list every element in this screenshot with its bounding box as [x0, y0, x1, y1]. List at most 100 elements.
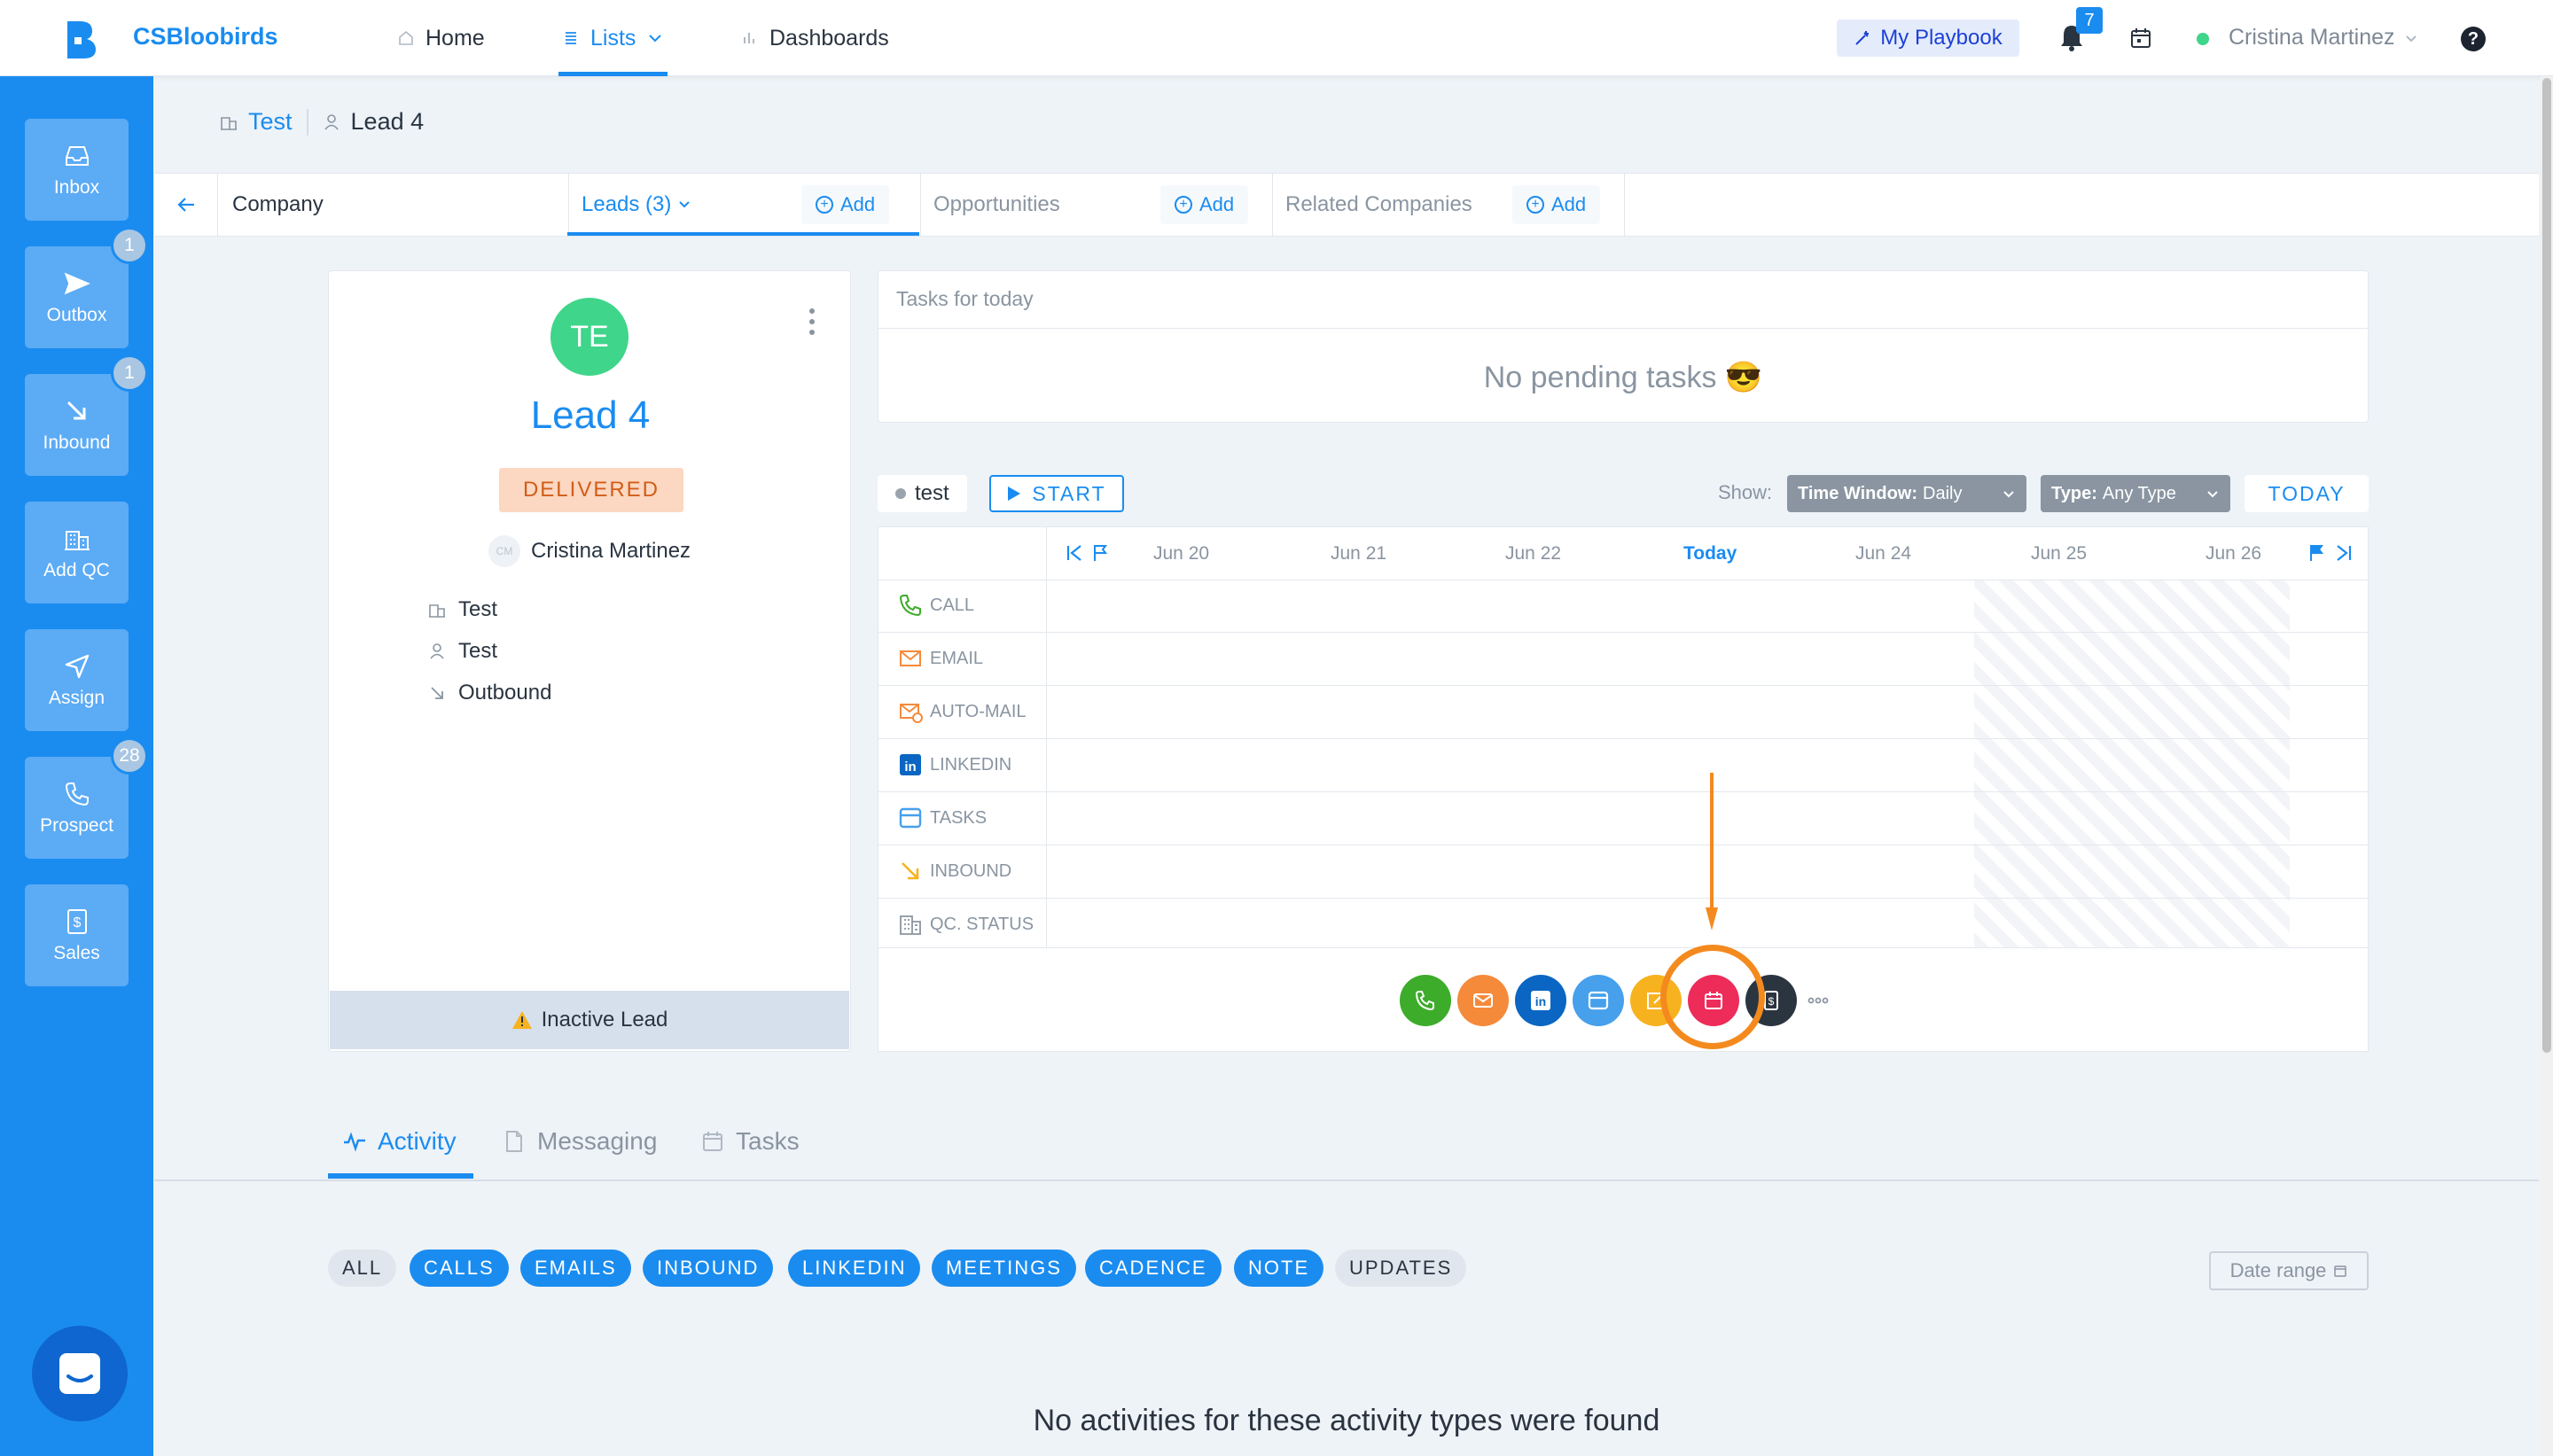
- tab-opportunities[interactable]: Opportunities + Add: [921, 174, 1273, 236]
- filter-linkedin[interactable]: LINKEDIN: [788, 1250, 921, 1287]
- tab-activity[interactable]: Activity: [342, 1127, 457, 1156]
- type-select[interactable]: Type: Any Type: [2041, 475, 2230, 512]
- nav-dashboards-label: Dashboards: [769, 25, 889, 51]
- tab-related-companies[interactable]: Related Companies + Add: [1273, 174, 1625, 236]
- inactive-lead-banner: Inactive Lead: [330, 991, 849, 1049]
- filter-all[interactable]: ALL: [328, 1250, 397, 1287]
- today-button[interactable]: TODAY: [2245, 475, 2369, 512]
- qc-status-row-label: QC. STATUS: [930, 914, 1034, 934]
- cadence-name[interactable]: test: [878, 475, 967, 512]
- grid-row-label: QC. STATUS: [898, 912, 1034, 937]
- call-action-button[interactable]: [1400, 975, 1451, 1026]
- bar-chart-icon: [744, 33, 754, 43]
- calendar-icon[interactable]: [2129, 27, 2152, 50]
- add-related-company-button[interactable]: + Add: [1512, 185, 1601, 224]
- date-range-picker[interactable]: Date range: [2209, 1251, 2369, 1290]
- filter-calls[interactable]: CALLS: [410, 1250, 509, 1287]
- flag-filled-icon: [2310, 545, 2323, 561]
- file-icon: [506, 1131, 522, 1152]
- grid-nav-end[interactable]: [2307, 543, 2354, 563]
- user-menu[interactable]: Cristina Martinez: [2229, 25, 2418, 51]
- inbound-row-label: INBOUND: [930, 860, 1012, 881]
- tab-leads[interactable]: Leads (3) + Add: [569, 174, 921, 236]
- tasks-title: Tasks for today: [896, 287, 1034, 310]
- help-icon[interactable]: ?: [2461, 27, 2486, 51]
- plus-circle-icon: +: [1175, 196, 1192, 214]
- arrow-left-icon: [176, 198, 194, 212]
- filter-note[interactable]: NOTE: [1234, 1250, 1324, 1287]
- grid-row-qc-status: QC. STATUS: [878, 899, 2368, 952]
- my-playbook-button[interactable]: My Playbook: [1837, 19, 2019, 57]
- lead-card: TE Lead 4 DELIVERED CM Cristina Martinez…: [328, 270, 851, 1052]
- lead-name[interactable]: Lead 4: [329, 393, 852, 438]
- breadcrumb-lead-label: Lead 4: [350, 108, 425, 135]
- arrow-down-right-icon: [66, 401, 85, 419]
- sidebar-item-assign[interactable]: Assign: [25, 629, 129, 731]
- breadcrumb-company[interactable]: Test: [220, 108, 293, 136]
- sidebar-item-inbox[interactable]: Inbox: [25, 119, 129, 221]
- sidebar-item-inbound[interactable]: Inbound 1: [25, 354, 148, 476]
- filter-meetings[interactable]: MEETINGS: [932, 1250, 1076, 1287]
- call-row-label: CALL: [930, 595, 975, 615]
- date-range-label: Date range: [2229, 1259, 2327, 1281]
- filter-cadence[interactable]: CADENCE: [1085, 1250, 1222, 1287]
- tab-related-label: Related Companies: [1285, 192, 1472, 216]
- email-action-button[interactable]: [1457, 975, 1509, 1026]
- more-vertical-icon[interactable]: [808, 307, 816, 337]
- chevron-down-icon: [2207, 491, 2218, 498]
- brand-name[interactable]: CSBloobirds: [133, 23, 278, 51]
- grid-day-2: Jun 22: [1505, 543, 1562, 564]
- lead-contact-field[interactable]: Test: [428, 639, 497, 664]
- sidebar-item-label: Add QC: [43, 559, 110, 580]
- sidebar-item-add-qc[interactable]: Add QC: [25, 502, 129, 603]
- phone-icon: [899, 595, 921, 617]
- lead-source-field[interactable]: Outbound: [428, 681, 551, 705]
- filter-emails[interactable]: EMAILS: [520, 1250, 631, 1287]
- add-lead-button[interactable]: + Add: [801, 185, 890, 224]
- chat-launcher[interactable]: [32, 1326, 128, 1421]
- tab-messaging-label: Messaging: [537, 1127, 658, 1155]
- inactive-lead-label: Inactive Lead: [541, 1008, 668, 1032]
- breadcrumb-company-label: Test: [248, 108, 293, 135]
- nav-home[interactable]: Home: [397, 0, 485, 76]
- add-label: Add: [1199, 193, 1235, 215]
- time-window-select[interactable]: Time Window: Daily: [1787, 475, 2026, 512]
- more-actions-button[interactable]: [1800, 975, 1836, 1026]
- phone-icon: [65, 782, 89, 806]
- nav-dashboards[interactable]: Dashboards: [741, 0, 889, 76]
- scrollbar-thumb[interactable]: [2542, 78, 2551, 1053]
- linkedin-action-button[interactable]: in: [1515, 975, 1566, 1026]
- filter-inbound[interactable]: INBOUND: [643, 1250, 774, 1287]
- mail-icon: [900, 650, 921, 666]
- lead-company-field[interactable]: Test: [428, 597, 497, 622]
- top-nav: CSBloobirds Home Lists Dashboards My Pla…: [0, 0, 2553, 76]
- dollar-icon: $: [66, 908, 87, 934]
- filter-updates[interactable]: UPDATES: [1335, 1250, 1467, 1287]
- tab-company[interactable]: Company: [218, 174, 569, 236]
- status-badge[interactable]: DELIVERED: [499, 468, 683, 512]
- plus-circle-icon: +: [816, 196, 833, 214]
- tab-tasks[interactable]: Tasks: [700, 1127, 800, 1156]
- tab-opportunities-label: Opportunities: [933, 192, 1060, 216]
- lead-source-value: Outbound: [458, 681, 552, 705]
- back-button[interactable]: [154, 174, 218, 236]
- tab-messaging[interactable]: Messaging: [502, 1127, 657, 1156]
- grid-nav-start[interactable]: [1065, 543, 1111, 563]
- active-tab-indicator: [328, 1173, 473, 1179]
- person-icon: [324, 113, 339, 130]
- time-window-value: Daily: [1923, 483, 1963, 503]
- bloobirds-logo-icon[interactable]: [62, 19, 98, 58]
- start-cadence-button[interactable]: START: [989, 475, 1124, 512]
- sidebar-item-outbox[interactable]: Outbox 1: [25, 227, 148, 348]
- calendar-icon: [2334, 1265, 2347, 1277]
- sidebar-item-prospect[interactable]: Prospect 28: [25, 737, 148, 859]
- more-horizontal-icon: [1807, 997, 1829, 1004]
- add-opportunity-button[interactable]: + Add: [1160, 185, 1249, 224]
- nav-lists[interactable]: Lists: [558, 0, 668, 76]
- flag-icon: [1094, 545, 1107, 561]
- task-action-button[interactable]: [1573, 975, 1624, 1026]
- chevron-down-icon: [649, 35, 662, 43]
- grid-row-linkedin: in LINKEDIN: [878, 740, 2368, 792]
- sidebar-item-sales[interactable]: $ Sales: [25, 884, 129, 986]
- grid-row-call: CALL: [878, 580, 2368, 633]
